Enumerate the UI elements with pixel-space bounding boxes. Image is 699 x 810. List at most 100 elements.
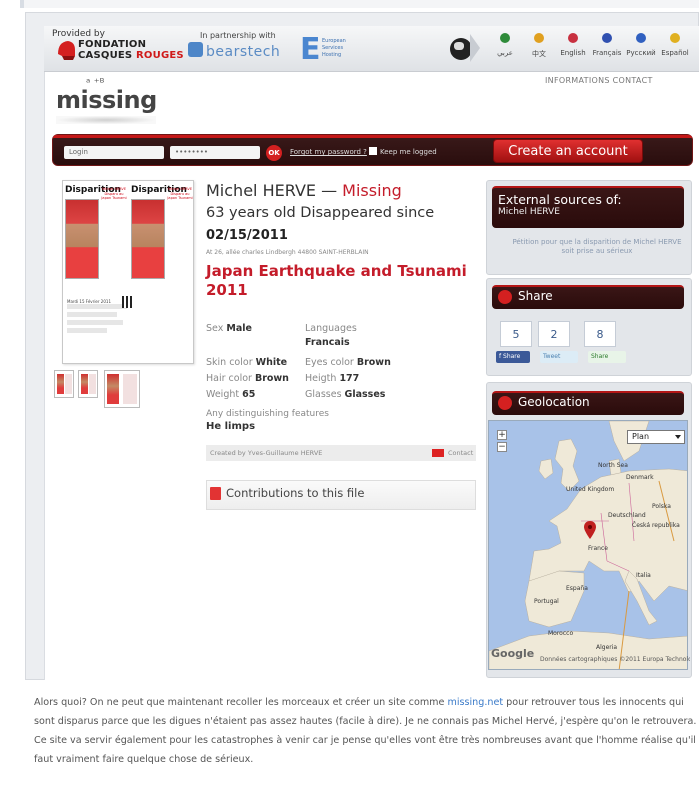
map-label: Česká republika: [632, 522, 680, 529]
skin-color-field: Skin color White: [206, 357, 288, 368]
language-label: Русский: [626, 49, 656, 57]
article-paragraph: Alors quoi? On ne peut que maintenant re…: [34, 697, 697, 765]
language-option[interactable]: Français: [592, 33, 622, 57]
languages-label: Languages: [305, 323, 357, 334]
language-label: 中文: [532, 50, 546, 58]
map-type-select[interactable]: Plan: [627, 430, 685, 444]
partnership-label: In partnership with: [200, 31, 276, 40]
language-option[interactable]: 中文: [524, 33, 554, 59]
map-footer-credits[interactable]: Données cartographiques ©2011 Europa Tec…: [540, 656, 690, 663]
flag-icon: [500, 33, 510, 43]
logo-word: missing: [56, 86, 157, 114]
eyes-color-field: Eyes color Brown: [305, 357, 391, 368]
thumbnail-2[interactable]: [78, 370, 98, 398]
geolocation-title: Geolocation: [518, 395, 590, 409]
missing-net-link[interactable]: missing.net: [447, 697, 503, 708]
poster-thumbnails: [52, 370, 142, 410]
login-input[interactable]: Login: [64, 146, 164, 159]
distinguishing-features-value: He limps: [206, 421, 256, 432]
zoom-out-button[interactable]: −: [497, 442, 507, 452]
external-sources-header: External sources of: Michel HERVE: [492, 186, 684, 228]
facebook-share-count: 5: [500, 321, 532, 347]
event-link[interactable]: Japan Earthquake and Tsunami 2011: [206, 262, 476, 300]
share-title: Share: [518, 289, 553, 303]
language-label: Español: [661, 49, 689, 57]
flag-icon: [534, 33, 544, 43]
person-age: 63 years old Disappeared since: [206, 205, 435, 221]
glasses-field: Glasses Glasses: [305, 389, 386, 400]
external-sources-title: External sources of:: [498, 192, 622, 207]
sex-field: Sex Male: [206, 323, 252, 334]
petition-link[interactable]: Pétition pour que la disparition de Mich…: [508, 238, 686, 256]
language-label: Français: [592, 49, 622, 57]
map-label: Morocco: [548, 630, 574, 637]
missing-poster-image[interactable]: Disparition Michel HERVE Disparu au Japo…: [62, 180, 194, 364]
missing-status: Missing: [342, 181, 402, 200]
flag-icon: [670, 33, 680, 43]
generic-share-button[interactable]: Share: [588, 351, 626, 363]
weight-field: Weight 65: [206, 389, 256, 400]
globe-icon: [450, 38, 472, 60]
map-label: Portugal: [534, 598, 559, 605]
map-label: France: [588, 545, 608, 552]
forgot-password-link[interactable]: Forgot my password ?: [290, 148, 367, 156]
map-label: Italia: [636, 572, 651, 579]
share-icon: [498, 290, 512, 304]
keep-logged-label: Keep me logged: [380, 148, 437, 156]
language-label: عربي: [497, 49, 513, 57]
european-services-hosting-logo[interactable]: E European Services Hosting: [300, 35, 360, 65]
info-contact-links[interactable]: INFORMATIONS CONTACT: [545, 76, 653, 85]
language-option[interactable]: عربي: [490, 33, 520, 57]
password-input[interactable]: ••••••••: [170, 146, 260, 159]
contributions-title: Contributions to this file: [226, 486, 365, 500]
flag-icon: [602, 33, 612, 43]
thumbnail-1[interactable]: [54, 370, 74, 398]
hair-color-field: Hair color Brown: [206, 373, 289, 384]
person-name: Michel HERVE — Missing: [206, 181, 402, 200]
contact-link[interactable]: Contact: [448, 449, 473, 457]
map-label: Denmark: [626, 474, 654, 481]
map-label: Polska: [652, 503, 671, 510]
map-label: Algeria: [596, 644, 618, 651]
language-label: English: [560, 49, 586, 57]
login-ok-button[interactable]: OK: [266, 145, 282, 161]
language-option[interactable]: Русский: [626, 33, 656, 57]
map-pin-icon: [498, 396, 512, 410]
map-label: Deutschland: [608, 512, 646, 519]
languages-value: Francais: [305, 337, 350, 348]
facebook-share-button[interactable]: f Share: [496, 351, 530, 363]
keep-logged-checkbox[interactable]: [369, 147, 377, 155]
map-label: North Sea: [598, 462, 628, 469]
external-sources-person: Michel HERVE: [498, 207, 560, 217]
chevron-right-icon: [470, 34, 484, 62]
fondation-casques-rouges-logo[interactable]: FONDATION CASQUES ROUGES: [78, 39, 184, 61]
mail-icon[interactable]: [432, 449, 444, 457]
zoom-in-button[interactable]: +: [497, 430, 507, 440]
map-zoom-control[interactable]: + −: [497, 430, 507, 468]
missing-logo[interactable]: ᵃ ⁺ᴮ missing: [56, 74, 166, 124]
thumbnail-3[interactable]: [104, 370, 140, 408]
fondation-helmet-icon[interactable]: [56, 38, 76, 62]
create-account-button[interactable]: Create an account: [493, 139, 643, 163]
location-pin-icon[interactable]: [584, 521, 596, 539]
flag-icon: [636, 33, 646, 43]
distinguishing-features-label: Any distinguishing features: [206, 409, 329, 419]
other-share-count: 8: [584, 321, 616, 347]
top-strip: [0, 0, 699, 12]
map-label: España: [566, 585, 588, 592]
bearstech-logo-icon: [188, 42, 203, 57]
language-option[interactable]: Español: [660, 33, 690, 57]
map-label: United Kingdom: [566, 486, 615, 493]
flag-icon: [568, 33, 578, 43]
height-field: Heigth 177: [305, 373, 360, 384]
last-address: At 26, allée charles Lindbergh 44800 SAI…: [206, 249, 369, 256]
disappearance-date: 02/15/2011: [206, 228, 288, 243]
language-option[interactable]: English: [558, 33, 588, 57]
google-logo[interactable]: Google: [491, 647, 534, 660]
tweet-button[interactable]: Tweet: [540, 351, 578, 363]
twitter-share-count: 2: [538, 321, 570, 347]
bearstech-logo[interactable]: bearstech: [206, 44, 280, 60]
qr-code-icon: [122, 296, 134, 308]
language-selector: عربي 中文 English Français Русский Español: [490, 33, 695, 67]
edit-document-icon: [210, 487, 221, 500]
